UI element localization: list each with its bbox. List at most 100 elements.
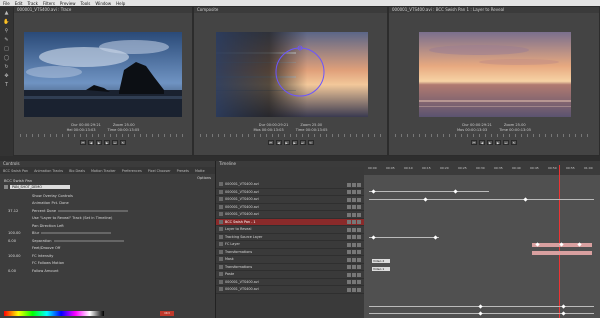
pen-tool-icon[interactable]: ✎ xyxy=(3,37,10,43)
composite-scrub-ruler[interactable] xyxy=(200,134,381,137)
lock-icon[interactable] xyxy=(352,280,356,284)
visibility-icon[interactable] xyxy=(347,212,351,217)
go-start-icon[interactable]: ⏮ xyxy=(471,140,477,145)
visibility-icon[interactable] xyxy=(347,235,351,239)
keyframe[interactable] xyxy=(478,304,483,309)
settings-icon[interactable] xyxy=(357,280,361,284)
text-tool-icon[interactable]: T xyxy=(3,82,10,88)
lock-icon[interactable] xyxy=(352,190,356,194)
visibility-icon[interactable] xyxy=(347,220,351,224)
control-row[interactable]: 100.00 FC Intensity xyxy=(0,252,215,260)
menu-file[interactable]: File xyxy=(3,1,10,6)
visibility-icon[interactable] xyxy=(347,242,351,247)
settings-icon[interactable] xyxy=(357,265,361,269)
control-row[interactable]: 0.00 Separation xyxy=(0,237,215,245)
step-back-icon[interactable]: ◀ xyxy=(275,140,282,145)
visibility-icon[interactable] xyxy=(347,197,351,202)
tab-preferences[interactable]: Preferences xyxy=(122,169,142,173)
options-label[interactable]: Options xyxy=(197,176,211,180)
visibility-icon[interactable] xyxy=(347,182,351,187)
expand-icon[interactable] xyxy=(219,257,223,262)
track-row[interactable]: 000001_VTS400.avi xyxy=(216,181,364,189)
settings-icon[interactable] xyxy=(357,287,361,292)
composite-frame[interactable] xyxy=(216,32,368,117)
lock-icon[interactable] xyxy=(352,265,356,269)
step-back-icon[interactable]: ◀ xyxy=(479,140,485,145)
lock-icon[interactable] xyxy=(352,212,356,217)
track-row[interactable]: Paste xyxy=(216,271,364,279)
go-start-icon[interactable]: ⏮ xyxy=(80,140,86,145)
expand-icon[interactable] xyxy=(219,182,223,187)
track-row[interactable]: 000001_VTS400.avi xyxy=(216,204,364,211)
menu-filters[interactable]: Filters xyxy=(43,1,55,6)
settings-icon[interactable] xyxy=(357,220,361,224)
clip-video-2[interactable]: Video 2 xyxy=(372,259,390,263)
tab-pixel-chooser[interactable]: Pixel Chooser xyxy=(148,169,171,173)
menu-tools[interactable]: Tools xyxy=(81,1,91,6)
track-row[interactable]: Tracking Source Layer xyxy=(216,234,364,241)
settings-icon[interactable] xyxy=(357,197,361,202)
settings-icon[interactable] xyxy=(357,250,361,254)
step-forward-icon[interactable]: ▶ xyxy=(495,140,501,145)
arrow-tool-icon[interactable]: ▲ xyxy=(3,10,10,16)
play-icon[interactable]: ▶ xyxy=(96,140,102,145)
source-scrub-ruler[interactable] xyxy=(20,134,186,137)
tab-bio-deals[interactable]: Bio Deals xyxy=(69,169,85,173)
keyframe[interactable] xyxy=(453,189,458,194)
lock-icon[interactable] xyxy=(352,250,356,254)
control-row[interactable]: FC Follows Motion xyxy=(0,260,215,268)
lock-icon[interactable] xyxy=(352,272,356,277)
expand-icon[interactable] xyxy=(219,189,223,194)
target-frame[interactable] xyxy=(419,32,571,117)
loop-icon[interactable]: ↻ xyxy=(307,140,314,145)
control-row[interactable]: 37.12 Percent Done xyxy=(0,207,215,215)
expand-icon[interactable] xyxy=(219,249,223,254)
menu-edit[interactable]: Edit xyxy=(15,1,23,6)
track-row[interactable]: 000001_VTS400.avi xyxy=(216,286,364,294)
expand-icon[interactable] xyxy=(219,279,223,284)
expand-icon[interactable] xyxy=(219,234,223,239)
rotate-tool-icon[interactable]: ↻ xyxy=(3,64,10,70)
blur-slider[interactable] xyxy=(41,232,112,235)
loop-icon[interactable]: ↻ xyxy=(511,140,517,145)
record-button[interactable]: Ctrl xyxy=(160,311,174,316)
target-scrub-ruler[interactable] xyxy=(395,134,593,137)
expand-icon[interactable] xyxy=(219,197,223,202)
settings-icon[interactable] xyxy=(357,182,361,187)
lock-icon[interactable] xyxy=(352,205,356,209)
settings-icon[interactable] xyxy=(357,257,361,262)
lock-icon[interactable] xyxy=(352,182,356,187)
keyframe[interactable] xyxy=(478,311,483,316)
track-row[interactable]: 000001_VTS400.avi xyxy=(216,196,364,204)
menu-help[interactable]: Help xyxy=(116,1,125,6)
zoom-tool-icon[interactable]: ⚲ xyxy=(3,28,10,34)
visibility-icon[interactable] xyxy=(347,287,351,292)
visibility-icon[interactable] xyxy=(347,250,351,254)
control-row[interactable]: 100.00 Blur xyxy=(0,230,215,238)
lock-icon[interactable] xyxy=(352,235,356,239)
settings-icon[interactable] xyxy=(357,235,361,239)
go-start-icon[interactable]: ⏮ xyxy=(267,140,274,145)
control-row[interactable]: Feet/Droove Off xyxy=(0,245,215,253)
color-palette[interactable] xyxy=(4,311,104,316)
track-row[interactable]: 000001_VTS400.avi xyxy=(216,211,364,219)
expand-icon[interactable] xyxy=(219,212,223,217)
visibility-icon[interactable] xyxy=(347,227,351,232)
menu-preview[interactable]: Preview xyxy=(60,1,76,6)
play-icon[interactable]: ▶ xyxy=(487,140,493,145)
keyframe[interactable] xyxy=(371,235,376,240)
tab-motion-tracker[interactable]: Motion Tracker xyxy=(91,169,116,173)
control-row[interactable]: Use "Layer to Reveal" Track (Set in Time… xyxy=(0,215,215,223)
play-icon[interactable]: ▶ xyxy=(283,140,290,145)
expand-icon[interactable] xyxy=(219,242,223,247)
settings-icon[interactable] xyxy=(357,272,361,277)
go-end-icon[interactable]: ⏭ xyxy=(503,140,509,145)
visibility-icon[interactable] xyxy=(347,265,351,269)
track-row[interactable]: BCC Swish Pan - 1 xyxy=(216,218,364,226)
preset-icon[interactable] xyxy=(4,185,8,189)
track-row[interactable]: Transformations xyxy=(216,264,364,271)
rectangle-tool-icon[interactable]: □ xyxy=(3,46,10,52)
control-row[interactable]: Show Overlay Controls xyxy=(0,192,215,200)
menu-track[interactable]: Track xyxy=(27,1,37,6)
keyframe[interactable] xyxy=(561,304,566,309)
